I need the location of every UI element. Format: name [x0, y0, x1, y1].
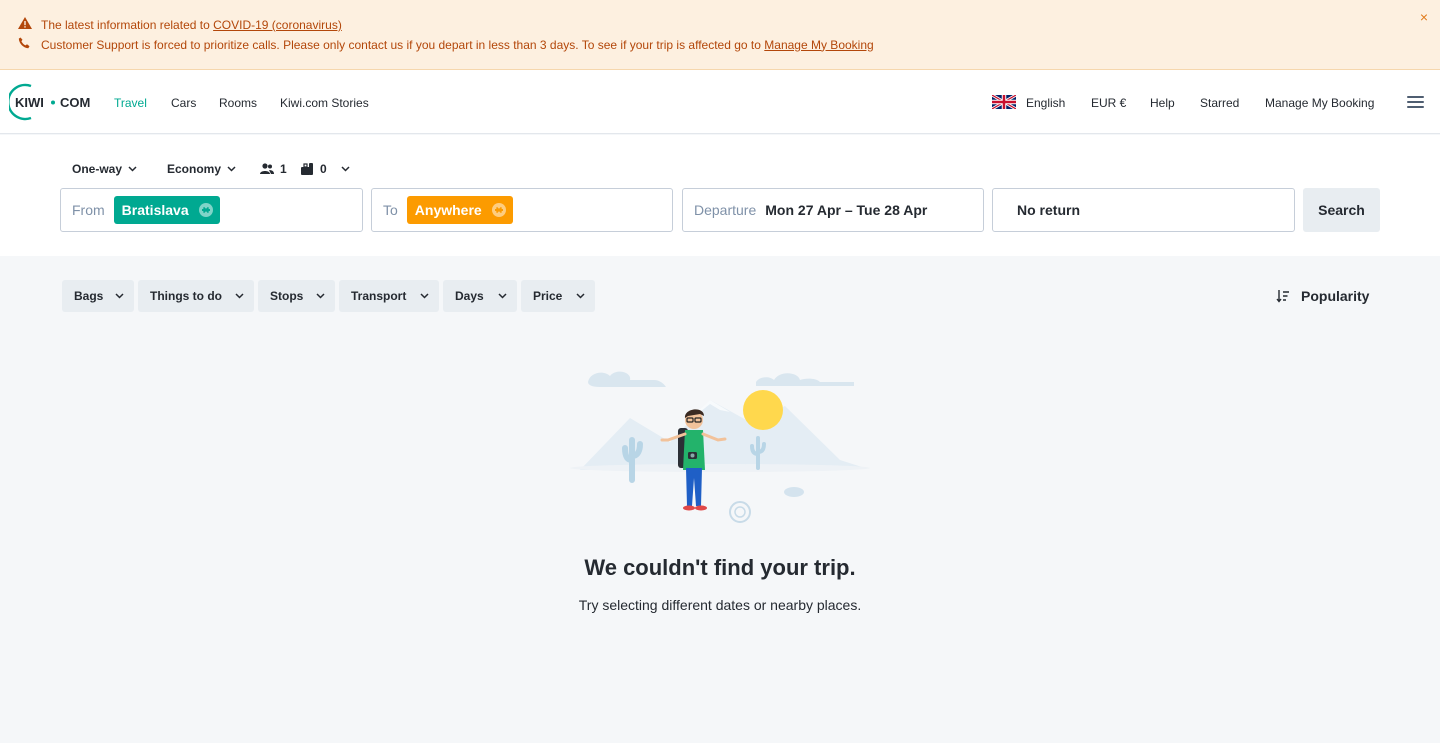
filter-bags-label: Bags: [74, 289, 104, 303]
alert-support-text: Customer Support is forced to prioritize…: [41, 37, 761, 52]
filter-things-label: Things to do: [150, 289, 222, 303]
kiwi-logo[interactable]: KIWI COM: [7, 82, 94, 122]
trip-type-select[interactable]: One-way: [72, 162, 137, 176]
sort-selector[interactable]: Popularity: [1276, 288, 1369, 304]
search-panel: One-way Economy 1 0 From Bratislava To A…: [0, 135, 1440, 256]
help-link[interactable]: Help: [1150, 96, 1175, 110]
from-value: Bratislava: [121, 202, 189, 218]
filter-days-label: Days: [455, 289, 484, 303]
alert-support: Customer Support is forced to prioritize…: [18, 37, 874, 52]
from-label: From: [72, 202, 105, 218]
manage-booking-nav[interactable]: Manage My Booking: [1265, 96, 1374, 110]
return-value: No return: [1017, 202, 1080, 218]
chevron-down-icon: [115, 293, 124, 299]
language-selector[interactable]: English: [1026, 96, 1065, 110]
passengers-select[interactable]: 1: [260, 162, 287, 176]
chevron-down-icon: [128, 166, 137, 172]
from-field[interactable]: From Bratislava: [60, 188, 363, 232]
chevron-down-icon: [227, 166, 236, 172]
filter-transport-label: Transport: [351, 289, 407, 303]
nav-cars[interactable]: Cars: [171, 96, 196, 110]
to-field[interactable]: To Anywhere: [371, 188, 673, 232]
filter-price[interactable]: Price: [521, 280, 595, 312]
departure-label: Departure: [694, 202, 757, 218]
passengers-icon: [260, 163, 274, 174]
nav-rooms[interactable]: Rooms: [219, 96, 257, 110]
chevron-down-icon: [316, 293, 325, 299]
top-navigation: KIWI COM Travel Cars Rooms Kiwi.com Stor…: [0, 70, 1440, 134]
from-tag: Bratislava: [113, 196, 220, 224]
warning-icon: [18, 17, 34, 32]
currency-selector[interactable]: EUR €: [1091, 96, 1126, 110]
filter-price-label: Price: [533, 289, 563, 303]
sort-label: Popularity: [1301, 288, 1370, 304]
logo-text-left: KIWI: [15, 95, 44, 110]
chevron-down-icon: [576, 293, 585, 299]
filter-transport[interactable]: Transport: [339, 280, 439, 312]
covid-link[interactable]: COVID-19 (coronavirus): [213, 18, 342, 32]
remove-icon[interactable]: [491, 203, 506, 217]
chevron-down-icon: [235, 293, 244, 299]
remove-icon[interactable]: [198, 203, 213, 217]
to-tag: Anywhere: [406, 196, 513, 224]
filter-things-to-do[interactable]: Things to do: [138, 280, 254, 312]
to-value: Anywhere: [414, 202, 482, 218]
filter-stops-label: Stops: [270, 289, 304, 303]
cabin-class-select[interactable]: Economy: [167, 162, 236, 176]
close-icon[interactable]: ×: [1420, 9, 1428, 25]
chevron-down-icon: [420, 293, 429, 299]
filter-stops[interactable]: Stops: [258, 280, 335, 312]
uk-flag-icon: [992, 95, 1016, 109]
bags-count: 0: [320, 162, 327, 176]
starred-link[interactable]: Starred: [1200, 96, 1239, 110]
manage-booking-link[interactable]: Manage My Booking: [764, 38, 873, 52]
menu-icon[interactable]: [1407, 96, 1424, 108]
luggage-icon: [301, 163, 313, 175]
bags-select[interactable]: 0: [300, 162, 350, 176]
nav-stories[interactable]: Kiwi.com Stories: [280, 96, 369, 110]
search-button[interactable]: Search: [1303, 188, 1380, 232]
to-label: To: [383, 202, 398, 218]
filter-days[interactable]: Days: [443, 280, 517, 312]
departure-value: Mon 27 Apr – Tue 28 Apr: [765, 202, 928, 218]
traveler-illustration: [570, 371, 870, 523]
empty-state-subtitle: Try selecting different dates or nearby …: [578, 597, 862, 613]
logo-text-right: COM: [60, 95, 90, 110]
chevron-down-icon: [341, 166, 350, 172]
alert-covid: The latest information related to COVID-…: [18, 17, 342, 32]
empty-state-title: We couldn't find your trip.: [584, 555, 856, 580]
return-field[interactable]: No return: [992, 188, 1295, 232]
cabin-class-label: Economy: [167, 162, 222, 176]
chevron-down-icon: [498, 293, 507, 299]
sort-icon: [1276, 290, 1289, 303]
nav-travel[interactable]: Travel: [114, 96, 147, 110]
alert-covid-text: The latest information related to: [41, 17, 210, 32]
alert-banner: The latest information related to COVID-…: [0, 0, 1440, 70]
passengers-count: 1: [280, 162, 287, 176]
departure-field[interactable]: Departure Mon 27 Apr – Tue 28 Apr: [682, 188, 984, 232]
phone-icon: [18, 37, 34, 52]
filter-bags[interactable]: Bags: [62, 280, 134, 312]
trip-type-label: One-way: [72, 162, 123, 176]
